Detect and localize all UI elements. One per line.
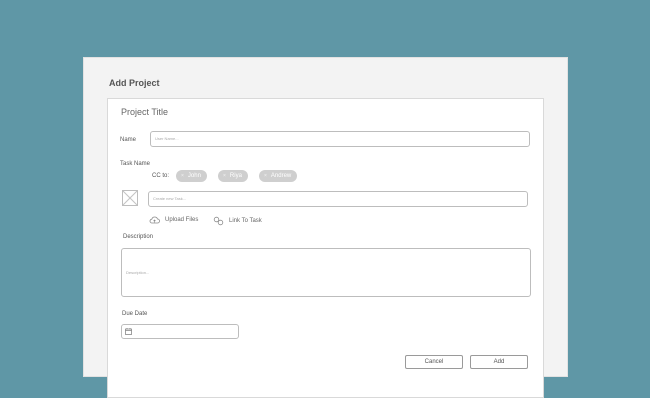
cc-chip-andrew[interactable]: × Andrew <box>259 170 298 182</box>
due-date-label: Due Date <box>122 311 148 317</box>
description-textarea[interactable]: Description... <box>121 248 531 297</box>
due-date-input[interactable] <box>121 324 239 339</box>
cc-chip-john[interactable]: × John <box>176 170 207 182</box>
form-panel: Project Title Name User Name... Task Nam… <box>107 98 544 398</box>
cc-chip-label: John <box>187 173 201 179</box>
name-label: Name <box>120 137 137 143</box>
add-project-dialog: Add Project Project Title Name User Name… <box>83 57 568 398</box>
remove-icon[interactable]: × <box>223 170 226 182</box>
upload-files-button[interactable]: Upload Files <box>149 216 198 224</box>
cloud-upload-icon <box>149 216 160 224</box>
dialog-title: Add Project <box>109 78 160 88</box>
name-input[interactable]: User Name... <box>150 131 530 147</box>
cc-label: CC to: <box>152 173 170 179</box>
project-title: Project Title <box>121 107 169 117</box>
cc-chip-label: Riya <box>229 173 242 179</box>
cancel-button[interactable]: Cancel <box>405 355 463 369</box>
cc-chip-riya[interactable]: × Riya <box>218 170 248 182</box>
add-button[interactable]: Add <box>470 355 528 369</box>
remove-icon[interactable]: × <box>181 170 184 182</box>
remove-icon[interactable]: × <box>264 170 267 182</box>
link-to-task-button[interactable]: Link To Task <box>213 216 262 226</box>
image-placeholder-icon <box>122 190 138 206</box>
cc-chip-label: Andrew <box>270 173 292 179</box>
upload-files-label: Upload Files <box>165 217 199 223</box>
task-input[interactable]: Create new Task... <box>148 191 528 207</box>
calendar-icon <box>125 328 132 335</box>
description-label: Description <box>123 234 154 240</box>
task-name-label: Task Name <box>120 161 151 167</box>
link-icon <box>213 216 224 226</box>
link-to-task-label: Link To Task <box>229 218 262 224</box>
